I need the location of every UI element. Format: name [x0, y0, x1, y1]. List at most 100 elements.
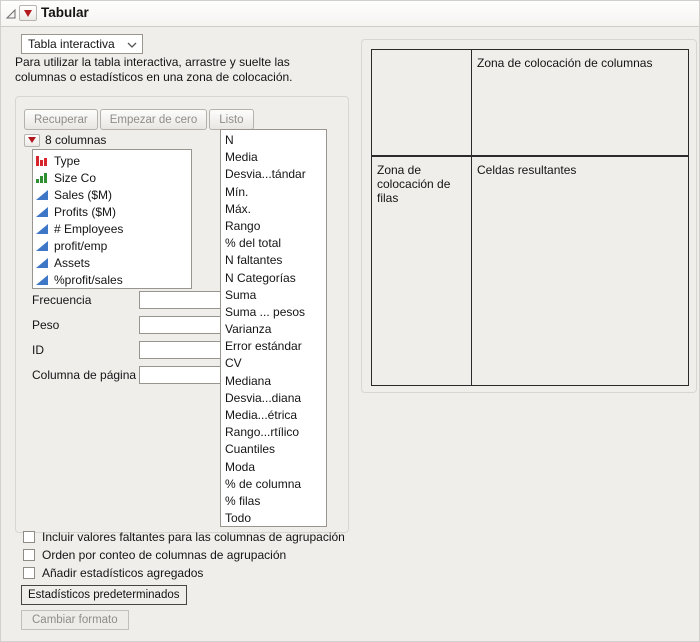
- change-format-button[interactable]: Cambiar formato: [21, 610, 129, 630]
- statistic-item[interactable]: % del total: [225, 235, 326, 252]
- checkbox[interactable]: [23, 548, 35, 561]
- panel-button[interactable]: Listo: [209, 109, 254, 130]
- default-statistics-button[interactable]: Estadísticos predeterminados: [21, 585, 187, 605]
- drop-zone-rows[interactable]: Zona de colocación de filas: [372, 157, 472, 385]
- statistic-item[interactable]: Desvia...diana: [225, 390, 326, 407]
- column-list-item[interactable]: %profit/sales: [33, 271, 191, 288]
- statistic-item[interactable]: Rango...rtílico: [225, 424, 326, 441]
- panel-button[interactable]: Empezar de cero: [99, 109, 208, 130]
- statistic-item[interactable]: Cuantiles: [225, 441, 326, 458]
- checkbox-row: Orden por conteo de columnas de agrupaci…: [23, 547, 345, 562]
- panel-header: Tabular: [1, 1, 699, 27]
- statistic-item[interactable]: N Categorías: [225, 270, 326, 287]
- statistic-item[interactable]: Error estándar: [225, 338, 326, 355]
- options-checkboxes: Incluir valores faltantes para las colum…: [23, 530, 345, 584]
- role-field-input[interactable]: [139, 316, 232, 334]
- column-list-item[interactable]: Assets: [33, 254, 191, 271]
- column-modeling-type-icon: [36, 189, 49, 200]
- statistic-item[interactable]: N: [225, 132, 326, 149]
- control-panel: Recuperar Empezar de cero Listo 8 column…: [15, 96, 349, 533]
- statistic-item[interactable]: Suma: [225, 287, 326, 304]
- checkbox-label: Incluir valores faltantes para las colum…: [42, 529, 345, 544]
- chevron-down-icon: [127, 42, 137, 48]
- statistic-item[interactable]: Máx.: [225, 201, 326, 218]
- column-modeling-type-icon: [36, 172, 49, 183]
- role-field-row: Peso: [32, 316, 248, 334]
- checkbox-label: Orden por conteo de columnas de agrupaci…: [42, 547, 287, 562]
- drop-zone-container: Zona de colocación de columnas Zona de c…: [361, 39, 697, 393]
- statistic-item[interactable]: Todo: [225, 510, 326, 526]
- drop-zone-corner[interactable]: [372, 50, 472, 157]
- statistic-item[interactable]: Moda: [225, 459, 326, 476]
- role-field-row: Columna de página: [32, 366, 248, 384]
- role-field-input[interactable]: [139, 291, 232, 309]
- statistic-item[interactable]: CV: [225, 355, 326, 372]
- column-modeling-type-icon: [36, 240, 49, 251]
- statistic-item[interactable]: % filas: [225, 493, 326, 510]
- drop-zone-table: Zona de colocación de columnas Zona de c…: [371, 49, 689, 386]
- checkbox-label: Añadir estadísticos agregados: [42, 565, 204, 580]
- column-name: %profit/sales: [54, 272, 123, 287]
- statistic-item[interactable]: Media...étrica: [225, 407, 326, 424]
- column-modeling-type-icon: [36, 274, 49, 285]
- checkbox[interactable]: [23, 566, 35, 579]
- role-fields: Frecuencia Peso ID Columna de página: [32, 291, 248, 391]
- statistic-item[interactable]: Mín.: [225, 184, 326, 201]
- red-triangle-menu-button[interactable]: [19, 5, 37, 21]
- instructions-line-1: Para utilizar la tabla interactiva, arra…: [15, 55, 290, 69]
- checkbox-row: Incluir valores faltantes para las colum…: [23, 529, 345, 544]
- statistic-item[interactable]: Rango: [225, 218, 326, 235]
- role-field-label: Frecuencia: [32, 293, 92, 307]
- statistic-item[interactable]: N faltantes: [225, 252, 326, 269]
- column-name: Sales ($M): [54, 187, 113, 202]
- column-name: Type: [54, 153, 81, 168]
- columns-list: Type Size Co Sales ($M) Profits ($M) # E…: [32, 149, 192, 289]
- column-name: Profits ($M): [54, 204, 117, 219]
- red-triangle-icon: [28, 137, 36, 143]
- column-name: profit/emp: [54, 238, 108, 253]
- disclosure-triangle-icon[interactable]: [5, 8, 17, 20]
- column-modeling-type-icon: [36, 223, 49, 234]
- role-field-input[interactable]: [139, 341, 232, 359]
- column-list-item[interactable]: Profits ($M): [33, 203, 191, 220]
- statistic-item[interactable]: Suma ... pesos: [225, 304, 326, 321]
- column-modeling-type-icon: [36, 257, 49, 268]
- statistics-list: N Media Desvia...tándar Mín. Máx. Rango …: [220, 129, 327, 527]
- mode-select[interactable]: Tabla interactiva: [21, 34, 143, 54]
- statistic-item[interactable]: Desvia...tándar: [225, 166, 326, 183]
- statistic-item[interactable]: Varianza: [225, 321, 326, 338]
- drop-zone-cells[interactable]: Celdas resultantes: [472, 157, 688, 385]
- page-title: Tabular: [41, 5, 89, 20]
- red-triangle-icon: [24, 9, 32, 17]
- column-name: Size Co: [54, 170, 97, 185]
- instructions-text: Para utilizar la tabla interactiva, arra…: [15, 55, 293, 85]
- columns-red-triangle-button[interactable]: [24, 133, 40, 147]
- mode-select-value: Tabla interactiva: [28, 37, 115, 51]
- column-name: Assets: [54, 255, 91, 270]
- column-list-item[interactable]: Size Co: [33, 169, 191, 186]
- column-modeling-type-icon: [36, 155, 49, 166]
- column-list-item[interactable]: Sales ($M): [33, 186, 191, 203]
- role-field-label: Columna de página: [32, 368, 137, 382]
- role-field-row: ID: [32, 341, 248, 359]
- column-modeling-type-icon: [36, 206, 49, 217]
- columns-title-row: 8 columnas: [24, 133, 106, 147]
- role-field-row: Frecuencia: [32, 291, 248, 309]
- statistic-item[interactable]: Mediana: [225, 373, 326, 390]
- statistic-item[interactable]: Media: [225, 149, 326, 166]
- checkbox[interactable]: [23, 530, 35, 543]
- panel-button[interactable]: Recuperar: [24, 109, 98, 130]
- instructions-line-2: columnas o estadísticos en una zona de c…: [15, 70, 293, 84]
- column-name: # Employees: [54, 221, 124, 236]
- role-field-label: ID: [32, 343, 44, 357]
- tabulate-window: Tabular Tabla interactiva Para utilizar …: [0, 0, 700, 642]
- panel-button-row: Recuperar Empezar de cero Listo: [24, 109, 254, 130]
- drop-zone-columns[interactable]: Zona de colocación de columnas: [472, 50, 688, 157]
- column-list-item[interactable]: # Employees: [33, 220, 191, 237]
- column-list-item[interactable]: Type: [33, 152, 191, 169]
- columns-count-label: 8 columnas: [45, 133, 107, 147]
- checkbox-row: Añadir estadísticos agregados: [23, 565, 345, 580]
- role-field-input[interactable]: [139, 366, 232, 384]
- column-list-item[interactable]: profit/emp: [33, 237, 191, 254]
- statistic-item[interactable]: % de columna: [225, 476, 326, 493]
